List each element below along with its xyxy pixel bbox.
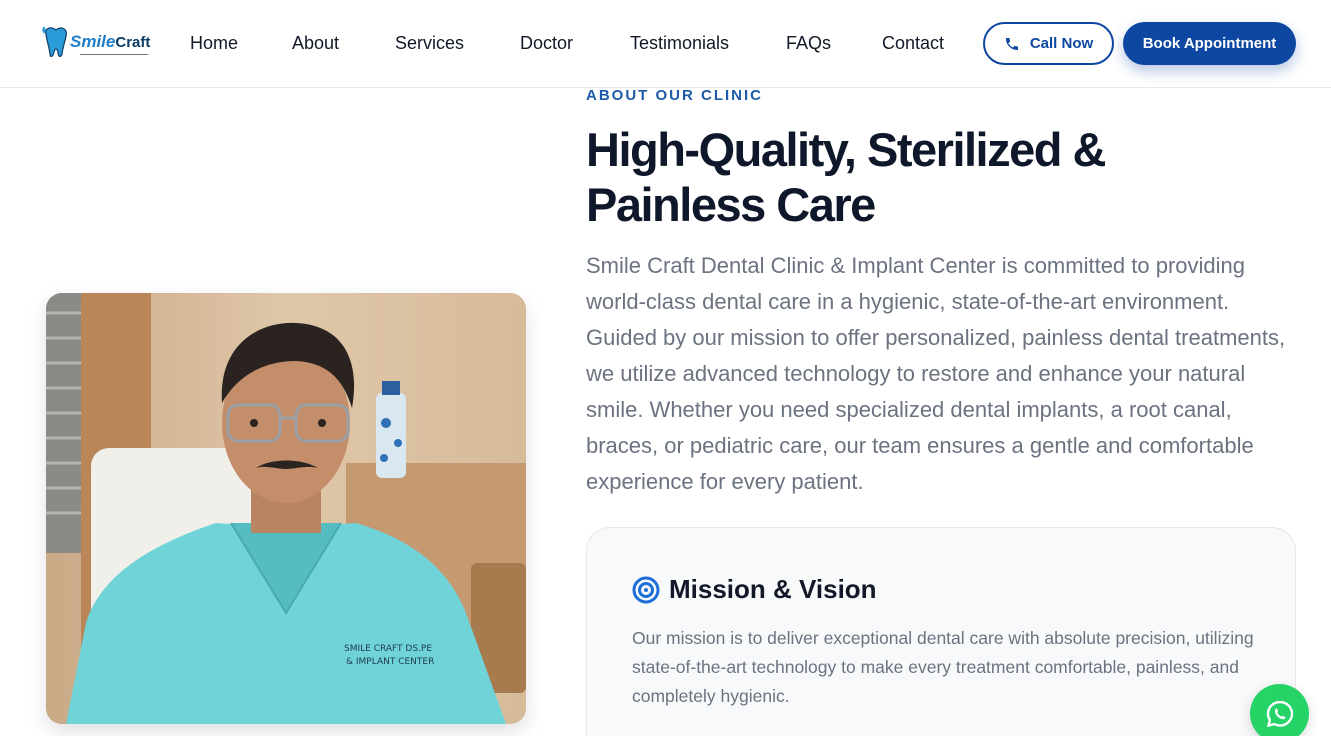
about-paragraph: Smile Craft Dental Clinic & Implant Cent… [586, 253, 1286, 494]
section-eyebrow: ABOUT OUR CLINIC [586, 87, 763, 104]
book-appointment-label: Book Appointment [1142, 35, 1277, 52]
call-now-label: Call Now [1029, 35, 1094, 52]
nav-item-doctor[interactable]: Doctor [520, 33, 573, 54]
logo-text-bold: Craft [115, 34, 151, 51]
nav-item-faqs[interactable]: FAQs [786, 33, 831, 54]
mission-vision-card: Mission & Vision Our mission is to deliv… [586, 527, 1296, 736]
nav-item-testimonials[interactable]: Testimonials [630, 33, 729, 54]
tooth-logo-icon [42, 26, 67, 58]
call-now-button[interactable]: Call Now [983, 22, 1114, 65]
nav-item-services[interactable]: Services [395, 33, 464, 54]
nav-item-about[interactable]: About [292, 33, 339, 54]
doctor-photo: SMILE CRAFT DS.PE & IMPLANT CENTER [46, 293, 526, 724]
site-logo[interactable]: SmileCraft [40, 24, 156, 62]
section-headline: High-Quality, Sterilized & Painless Care [586, 123, 1106, 231]
target-icon [632, 576, 660, 604]
whatsapp-button[interactable] [1250, 684, 1309, 736]
logo-tagline-line [80, 54, 148, 57]
doctor-photo-illustration: SMILE CRAFT DS.PE & IMPLANT CENTER [46, 293, 526, 724]
mission-vision-text: Our mission is to deliver exceptional de… [632, 628, 1254, 706]
nav-item-home[interactable]: Home [190, 33, 238, 54]
nav-item-contact[interactable]: Contact [882, 33, 944, 54]
logo-text-italic: Smile [70, 32, 116, 51]
site-header: SmileCraft Home About Services Doctor Te… [0, 0, 1331, 88]
scrubs-embroidery-line2: & IMPLANT CENTER [346, 657, 434, 667]
whatsapp-icon [1266, 700, 1293, 727]
scrubs-embroidery-line1: SMILE CRAFT DS.PE [344, 644, 432, 654]
mission-vision-title: Mission & Vision [669, 574, 877, 604]
phone-icon [1005, 37, 1018, 50]
book-appointment-button[interactable]: Book Appointment [1123, 22, 1296, 65]
